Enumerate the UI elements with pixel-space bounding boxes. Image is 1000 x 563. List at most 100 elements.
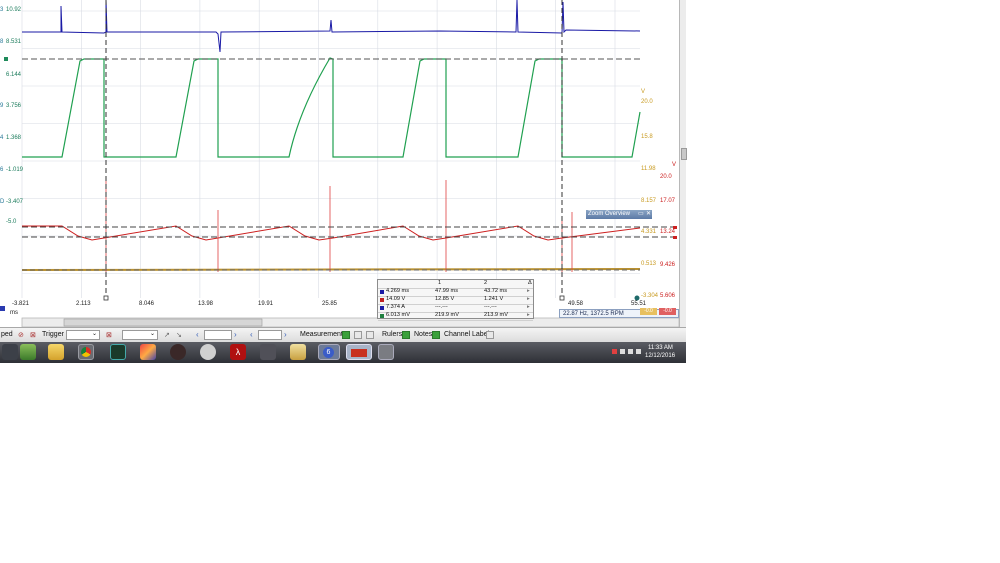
time-axis-tick-label: 49.58 [568,301,584,307]
picoscope-icon[interactable] [346,344,372,360]
measurement-b-value: 219.9 mV [435,312,459,318]
orange-axis-tick-label: 0.513 [641,261,657,267]
measurement-options-icon[interactable]: ▸ [527,312,530,318]
delete-measurement-icon[interactable] [366,331,374,339]
zoom-marker[interactable] [634,295,640,301]
edit-measurement-icon[interactable] [354,331,362,339]
chrome-icon[interactable] [78,344,94,360]
left-axis-value: 3.756 [6,103,22,109]
next-position-arrow-icon[interactable]: › [284,330,287,339]
left-axis-tick-label: -5.0 [0,219,16,225]
measurement-delta-value: 1.241 V [484,296,504,302]
notes-toggle-icon[interactable] [432,331,440,339]
red-axis-tick-label: 17.07 [660,198,676,204]
horizontal-scrollbar-thumb[interactable] [63,318,263,327]
time-ruler-1-handle[interactable] [103,295,109,301]
ruler-measurements-panel[interactable]: 1 2 Δ 4.269 ms 47.99 ms 43.72 ms ▸ 14.09 V 12… [377,279,534,321]
network-app-icon[interactable] [378,344,394,360]
red-axis-tick-label: 13.24 [660,229,676,235]
channel-color-swatch [380,290,384,294]
trigger-edge-fall-icon[interactable]: ↘ [176,331,182,339]
time-ruler-2-handle[interactable] [559,295,565,301]
green-offset-handle[interactable] [4,57,8,61]
trigger-source-icon[interactable]: ⊠ [106,331,112,339]
channel-color-swatch [380,306,384,310]
next-buffer-arrow-icon[interactable]: › [234,330,237,339]
measurement-options-icon[interactable]: ▸ [527,288,530,294]
time-axis-tick-label: 2.113 [76,301,91,307]
measurement-options-icon[interactable]: ▸ [527,304,530,310]
stop-icon[interactable]: ⊘ [18,331,24,339]
add-measurement-icon[interactable] [342,331,350,339]
media-icon[interactable] [170,344,186,360]
left-axis-value: -3.407 [6,199,24,205]
rulers-toggle-icon[interactable] [402,331,410,339]
orange-axis-tick-label: -3.304 [641,293,659,299]
zoom-overview-close-icon[interactable]: ✕ [646,210,651,219]
scanner-icon[interactable] [260,344,276,360]
measurement-delta-value: ---.--- [484,304,497,310]
left-axis-tick-label: D -3.407 [0,199,23,205]
measurement-b-value: 12.85 V [435,296,455,302]
left-axis-value: -5.0 [6,219,17,225]
time-axis-tick-label: 25.85 [322,301,338,307]
left-axis-tick-label: 3 10.92 [0,7,21,13]
vertical-scrollbar-thumb[interactable] [681,148,687,160]
frequency-readout-value: 22.87 Hz, 1372.5 RPM [563,311,624,317]
paint-icon[interactable] [140,344,156,360]
tray-volume-icon[interactable] [636,349,641,354]
orange-axis-tick-label: 4.331 [641,229,657,235]
red-offset-handle-2[interactable] [673,236,677,239]
chevron-down-icon: ⌄ [149,331,155,337]
previous-buffer-arrow-icon[interactable]: ‹ [196,330,199,339]
left-axis-value: 10.92 [6,7,22,13]
clock-time[interactable]: 11:33 AM [648,345,673,351]
trigger-mode-select[interactable]: ⌄ [66,330,100,340]
red-axis-tick-label: 9.426 [660,262,676,268]
clock-date[interactable]: 12/12/2016 [645,353,675,359]
chevron-down-icon: ⌄ [91,331,97,337]
left-axis-tick-label: 8 8.531 [0,39,21,45]
red-axis-tick-label: 20.0 [660,174,672,180]
measurement-delta-value: 43.72 ms [484,288,508,294]
orange-axis-tick-label: 15.8 [641,134,653,140]
measurement-row[interactable]: 6.013 mV 219.9 mV 213.9 mV ▸ [378,312,533,321]
app-6-icon[interactable]: 6 [318,344,340,360]
left-axis-value: -1.019 [6,167,24,173]
right-axis-tag-2: -0.0 [659,308,676,315]
previous-position-arrow-icon[interactable]: ‹ [250,330,253,339]
tools-icon[interactable] [200,344,216,360]
scope-app-icon[interactable] [110,344,126,360]
tray-network-icon[interactable] [628,349,633,354]
start-button-icon[interactable] [2,344,18,360]
left-axis-tick-label: 4 1.368 [0,135,21,141]
notes-label[interactable]: Notes [414,331,432,338]
zoom-overview-pin-icon[interactable]: ▭ [638,210,644,219]
rulers-label[interactable]: Rulers [382,331,402,338]
left-axis-value: 6.144 [6,72,22,78]
red-axis-unit: V [672,162,677,168]
blue-offset-handle[interactable] [0,306,5,311]
explorer-icon[interactable] [20,344,36,360]
tray-flag-icon[interactable] [612,349,617,354]
channel-labels-toggle-icon[interactable] [486,331,494,339]
left-axis-tick-label: 9 3.756 [0,103,21,109]
measurement-a-value: 4.269 ms [386,288,410,294]
measurements-label[interactable]: Measurements [300,331,346,338]
zoom-overview-header[interactable]: Zoom Overview ▭ ✕ [586,210,652,219]
position-input[interactable] [258,330,282,340]
time-axis-tick-label: -3.821 [12,301,30,307]
folder-icon[interactable] [48,344,64,360]
vertical-scrollbar[interactable] [679,0,687,327]
trigger-icon[interactable]: ⊠ [30,331,36,339]
acrobat-icon[interactable]: λ [230,344,246,360]
tray-chevron-icon[interactable] [620,349,625,354]
plot-area[interactable] [22,0,640,298]
left-axis-tick-label: 6.144 [0,72,21,78]
threshold-input[interactable] [204,330,232,340]
trigger-edge-icon[interactable]: ↗ [164,331,170,339]
time-axis-unit: ms [10,310,18,316]
measurement-options-icon[interactable]: ▸ [527,296,530,302]
archive-icon[interactable] [290,344,306,360]
trigger-source-select[interactable]: ⌄ [122,330,158,340]
